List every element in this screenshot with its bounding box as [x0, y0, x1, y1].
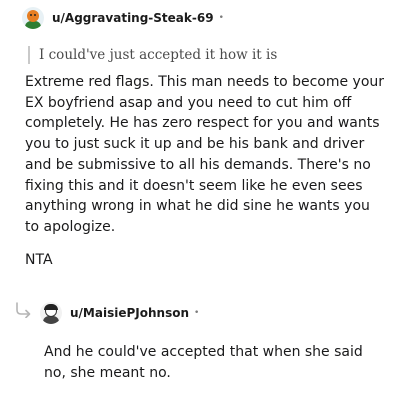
separator-dot: • [194, 308, 200, 318]
reply-arrow-icon [16, 302, 31, 318]
reply-body: And he could've accepted that when she s… [44, 342, 384, 383]
quoted-text: I could've just accepted it how it is [28, 46, 277, 64]
comment-paragraph: Extreme red flags. This man needs to bec… [25, 74, 385, 235]
comment-body: Extreme red flags. This man needs to bec… [25, 72, 385, 270]
reply-username[interactable]: u/MaisiePJohnson [70, 306, 189, 320]
reply-header: u/MaisiePJohnson • [40, 301, 199, 325]
comment-username[interactable]: u/Aggravating-Steak-69 [52, 11, 214, 25]
comment-verdict: NTA [25, 251, 53, 268]
separator-dot: • [218, 13, 224, 23]
user-avatar-icon[interactable] [40, 302, 62, 324]
comment-header: u/Aggravating-Steak-69 • [22, 6, 224, 30]
reply-paragraph: And he could've accepted that when she s… [44, 344, 363, 381]
user-avatar-icon[interactable] [22, 7, 44, 29]
